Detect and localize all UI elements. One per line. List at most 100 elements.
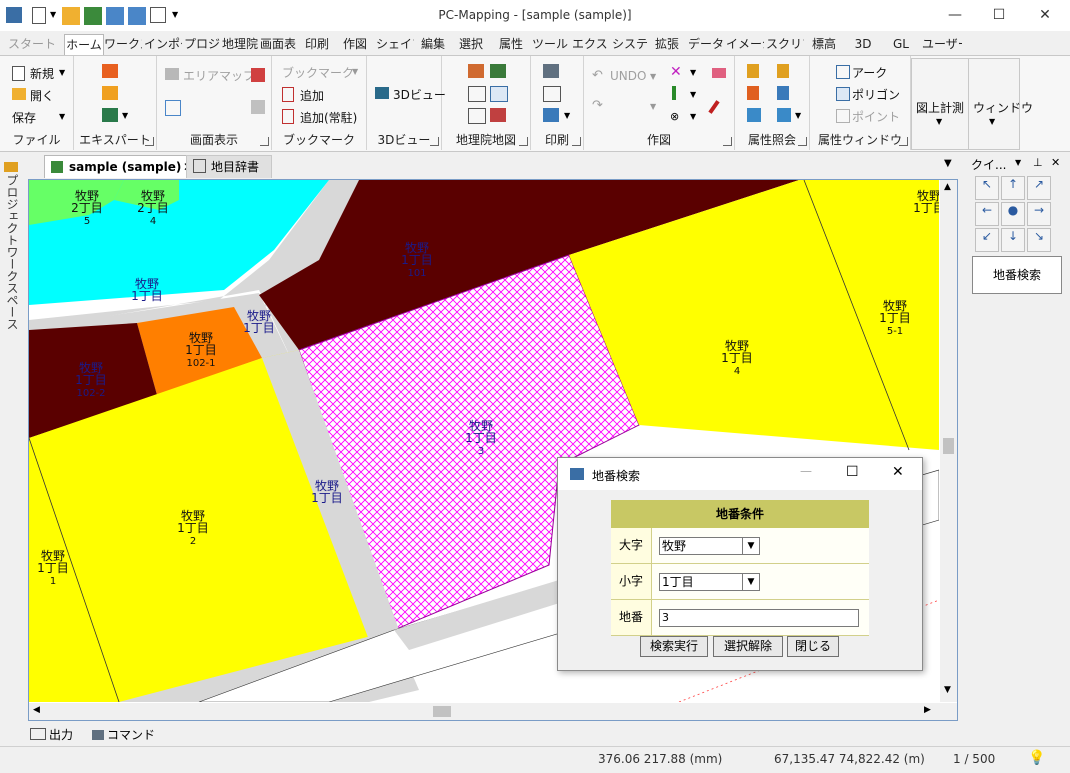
chevron-down-icon[interactable]: ▼ (742, 574, 759, 590)
map-horizontal-scrollbar[interactable]: ◀ ▶ (29, 703, 957, 720)
expert-layer-icon[interactable] (102, 64, 118, 78)
node-dropdown-icon[interactable]: ▼ (690, 112, 696, 121)
tab-elevation[interactable]: 標高 (806, 34, 842, 54)
chiban-input[interactable]: 3 (659, 609, 859, 627)
output-tab[interactable]: 出力 (30, 726, 73, 743)
bookmark-dropdown-icon[interactable]: ▼ (352, 67, 358, 76)
print-dropdown-icon[interactable]: ▼ (564, 111, 570, 120)
scroll-left-icon[interactable]: ◀ (33, 705, 40, 715)
display-launcher-icon[interactable] (260, 137, 269, 146)
group-window[interactable]: ウィンドウ ▼ (968, 58, 1033, 150)
tab-gsi[interactable]: 地理院 (222, 34, 258, 54)
quick-pane-dropdown-icon[interactable]: ▼ (1015, 158, 1021, 167)
tab-attribute[interactable]: 属性 (494, 34, 528, 54)
view3d-button[interactable]: 3Dビュー (393, 86, 446, 103)
pan-southeast-icon[interactable]: ↘ (1027, 228, 1051, 252)
attr-point2-icon[interactable] (777, 86, 789, 100)
tab-gl[interactable]: GL (884, 34, 918, 54)
open-button[interactable]: 開く (30, 87, 54, 104)
tab-tools[interactable]: ツール (532, 34, 568, 54)
pen-dropdown-icon[interactable]: ▼ (690, 90, 696, 99)
attr-table2-icon[interactable] (777, 108, 791, 122)
command-tab[interactable]: コマンド (92, 726, 155, 743)
dialog-minimize-button[interactable]: — (800, 464, 812, 478)
pan-north-icon[interactable]: ↑ (1001, 176, 1025, 200)
tab-image[interactable]: イメージ (726, 34, 764, 54)
measure-dropdown-icon[interactable]: ▼ (936, 117, 942, 126)
redo-dropdown-icon[interactable]: ▼ (650, 102, 656, 111)
project-workspace-label[interactable]: プロジェクトワークスペース (4, 174, 21, 330)
save-button[interactable]: 保存 (12, 109, 36, 126)
attr-flag-icon[interactable] (747, 64, 759, 78)
tab-script[interactable]: スクリプ (766, 34, 804, 54)
pan-west-icon[interactable]: ← (975, 202, 999, 226)
pan-center-icon[interactable]: ● (1001, 202, 1025, 226)
print-icon[interactable] (543, 64, 559, 78)
gsi-launcher-icon[interactable] (519, 137, 528, 146)
polygon-button[interactable]: ポリゴン (852, 86, 900, 103)
chiban-search-button[interactable]: 地番検索 (972, 256, 1062, 294)
attr-ref-launcher-icon[interactable] (798, 137, 807, 146)
doc-tabs-dropdown-icon[interactable]: ▼ (944, 158, 952, 169)
new-button[interactable]: 新規 (30, 65, 54, 82)
pan-northwest-icon[interactable]: ↖ (975, 176, 999, 200)
group-measure[interactable]: 図上計測 ▼ (911, 58, 969, 150)
bookmark-button[interactable]: ブックマーク (282, 64, 354, 81)
window-dropdown-icon[interactable]: ▼ (989, 117, 995, 126)
tab-shape[interactable]: シェイプ (376, 34, 414, 54)
point-button[interactable]: ポイント (852, 108, 900, 125)
expert-copy-icon[interactable] (102, 86, 118, 100)
display-color-icon[interactable] (251, 68, 265, 82)
window-button[interactable]: ウィンドウ (973, 99, 1033, 116)
pen-icon[interactable] (672, 86, 676, 100)
undo-dropdown-icon[interactable]: ▼ (650, 72, 656, 81)
dialog-close-text-button[interactable]: 閉じる (787, 636, 839, 657)
tab-data[interactable]: データ (688, 34, 724, 54)
map-vertical-scrollbar[interactable]: ▲ ▼ (940, 180, 957, 702)
bookmark-add-resident-button[interactable]: 追加(常駐) (300, 109, 357, 126)
print-preview-icon[interactable] (543, 86, 561, 102)
dialog-maximize-button[interactable]: ☐ (846, 464, 859, 480)
dialog-close-button[interactable]: ✕ (892, 464, 904, 480)
chevron-down-icon[interactable]: ▼ (742, 538, 759, 554)
draw-launcher-icon[interactable] (723, 137, 732, 146)
tab-edit[interactable]: 編集 (416, 34, 450, 54)
maximize-button[interactable]: ☐ (976, 0, 1022, 31)
tab-import[interactable]: インポー (144, 34, 182, 54)
koaza-select[interactable]: 1丁目 ▼ (659, 573, 760, 591)
tab-print[interactable]: 印刷 (300, 34, 334, 54)
new-dropdown-icon[interactable]: ▼ (59, 68, 65, 77)
gsi-map-icon[interactable] (490, 108, 506, 122)
lightbulb-icon[interactable]: 💡 (1028, 750, 1045, 766)
gsi-grid-icon[interactable] (468, 86, 486, 102)
bookmark-add-button[interactable]: 追加 (300, 87, 324, 104)
quick-pane-pin-icon[interactable]: ⊥ (1033, 156, 1043, 169)
attr-flag2-icon[interactable] (777, 64, 789, 78)
oaza-select[interactable]: 牧野 ▼ (659, 537, 760, 555)
tab-3d[interactable]: 3D (846, 34, 880, 54)
save-dropdown-icon[interactable]: ▼ (59, 112, 65, 121)
pan-south-icon[interactable]: ↓ (1001, 228, 1025, 252)
delete-dropdown-icon[interactable]: ▼ (690, 68, 696, 77)
doc-tab-chimoku[interactable]: 地目辞書 (186, 155, 272, 178)
scroll-down-icon[interactable]: ▼ (944, 685, 951, 695)
gsi-photo-icon[interactable] (490, 64, 506, 78)
tab-start[interactable]: スタート (4, 34, 60, 54)
tab-system[interactable]: システ (612, 34, 648, 54)
pan-southwest-icon[interactable]: ↙ (975, 228, 999, 252)
undo-button[interactable]: UNDO (610, 69, 646, 83)
clear-selection-button[interactable]: 選択解除 (713, 636, 783, 657)
view3d-launcher-icon[interactable] (430, 137, 439, 146)
doc-tab-sample[interactable]: sample (sample) ✕ (44, 155, 198, 178)
scroll-thumb[interactable] (943, 438, 954, 454)
pan-northeast-icon[interactable]: ↗ (1027, 176, 1051, 200)
gsi-layer-icon[interactable] (468, 108, 486, 124)
minimize-button[interactable]: — (932, 0, 978, 31)
area-map-button[interactable]: エリアマップ (183, 67, 255, 84)
tab-project[interactable]: プロジ: (184, 34, 220, 54)
tab-home[interactable]: ホーム (64, 34, 104, 55)
close-button[interactable]: ✕ (1022, 0, 1068, 31)
gsi-edit-icon[interactable] (490, 86, 508, 102)
attr-win-launcher-icon[interactable] (899, 137, 908, 146)
hscroll-thumb[interactable] (433, 706, 451, 717)
